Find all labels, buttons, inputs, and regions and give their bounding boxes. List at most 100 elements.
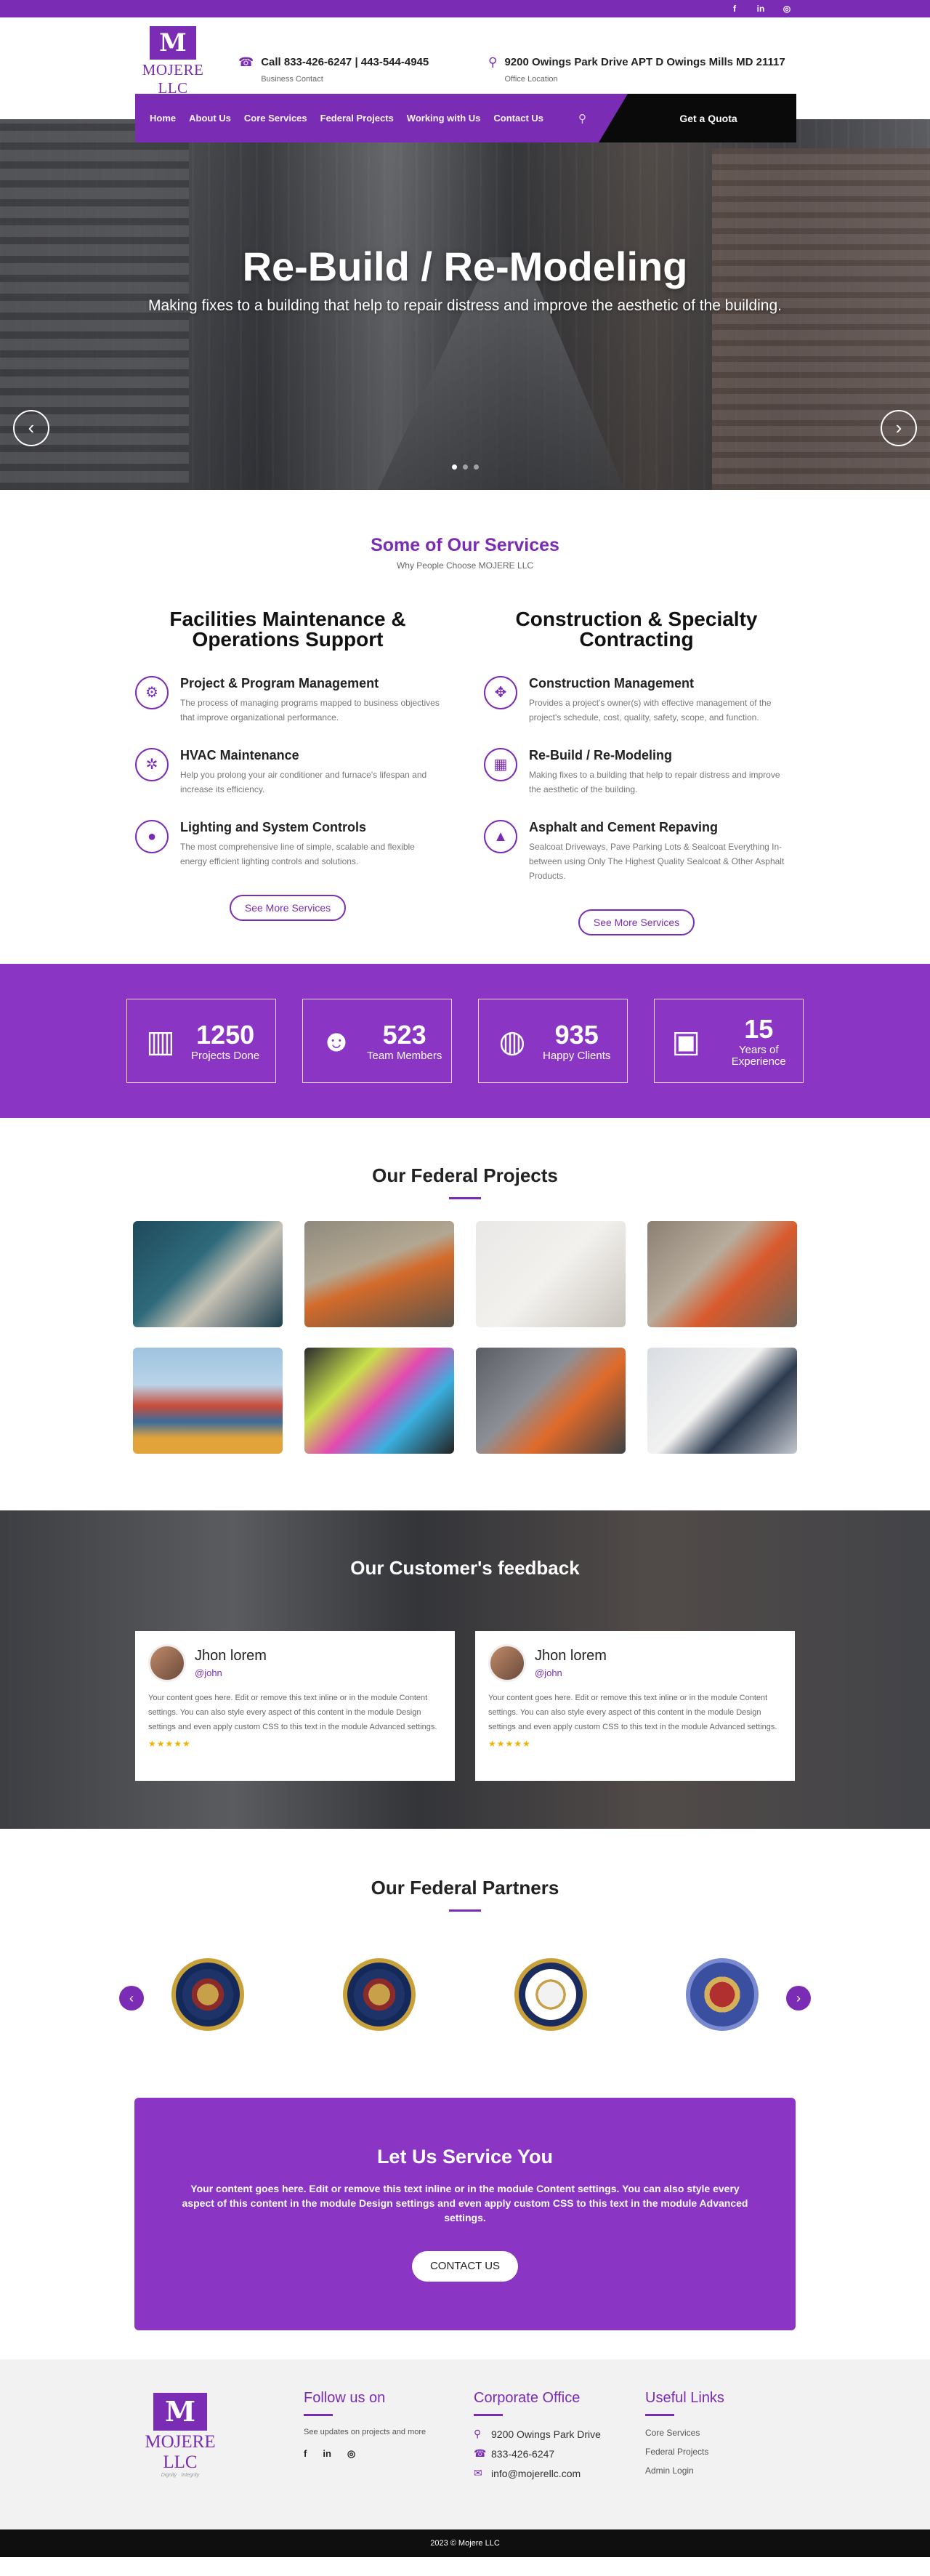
service-item: ▦ Re-Build / Re-Modeling Making fixes to …	[484, 748, 789, 797]
avatar	[148, 1644, 186, 1682]
service-item: ● Lighting and System Controls The most c…	[135, 820, 440, 869]
address-contact: ⚲ 9200 Owings Park Drive APT D Owings Mi…	[488, 56, 785, 84]
phone-icon: ☎	[474, 2447, 487, 2459]
logo-name: MOJERE LLC	[142, 61, 204, 97]
linkedin-icon[interactable]: in	[323, 2448, 331, 2460]
stat-value: 1250	[196, 1020, 255, 1050]
slider-dot[interactable]	[473, 464, 479, 470]
slider-dots	[0, 464, 930, 470]
office-address: 9200 Owings Park Drive APT D Owings Mill…	[504, 56, 785, 68]
footer-phone[interactable]: 833-426-6247	[491, 2448, 554, 2460]
nav-federal-projects[interactable]: Federal Projects	[320, 113, 394, 124]
service-text: Sealcoat Driveways, Pave Parking Lots & …	[529, 842, 785, 881]
project-image[interactable]	[304, 1348, 454, 1454]
services-subtitle: Why People Choose MOJERE LLC	[396, 560, 534, 571]
location-pin-icon: ⚲	[488, 55, 498, 69]
footer: M MOJERE LLC Dignity · Integrity Follow …	[0, 2359, 930, 2529]
project-image[interactable]	[647, 1348, 797, 1454]
project-image[interactable]	[647, 1221, 797, 1327]
slider-next-arrow-icon[interactable]: ›	[881, 410, 917, 446]
star-rating-icon: ★★★★★	[488, 1739, 531, 1749]
see-more-services-button[interactable]: See More Services	[578, 909, 695, 935]
partner-seal-icon[interactable]	[686, 1958, 759, 2031]
service-title: HVAC Maintenance	[180, 748, 299, 762]
nav-home[interactable]: Home	[150, 113, 176, 124]
road-icon: ▲	[484, 820, 517, 853]
partner-seal-icon[interactable]	[514, 1958, 587, 2031]
testimonial-handle[interactable]: @john	[535, 1667, 607, 1678]
project-image[interactable]	[476, 1221, 626, 1327]
slider-prev-arrow-icon[interactable]: ‹	[13, 410, 49, 446]
service-text: Help you prolong your air conditioner an…	[180, 770, 427, 794]
cta-title: Let Us Service You	[376, 2146, 554, 2168]
gears-icon: ⚙	[135, 676, 169, 709]
footer-follow: Follow us on See updates on projects and…	[304, 2390, 426, 2460]
footer-link-federal-projects[interactable]: Federal Projects	[645, 2447, 724, 2457]
project-image[interactable]	[476, 1348, 626, 1454]
stat-team: ☻ 523 Team Members	[302, 999, 452, 1083]
stat-label: Projects Done	[191, 1050, 260, 1062]
footer-link-admin-login[interactable]: Admin Login	[645, 2466, 724, 2476]
address-label: Office Location	[504, 75, 558, 84]
footer-address: 9200 Owings Park Drive	[491, 2428, 601, 2440]
facebook-icon[interactable]: f	[304, 2448, 307, 2460]
slider-dot[interactable]	[462, 464, 468, 470]
get-quote-button[interactable]: Get a Quota	[599, 94, 796, 142]
phone-numbers[interactable]: Call 833-426-6247 | 443-544-4945	[261, 56, 429, 68]
projects-grid	[0, 1221, 930, 1454]
stat-label: Team Members	[367, 1050, 442, 1062]
project-image[interactable]	[304, 1221, 454, 1327]
footer-follow-title: Follow us on	[304, 2390, 386, 2406]
stat-label: Years of Experience	[731, 1044, 786, 1068]
partner-seal-icon[interactable]	[343, 1958, 416, 2031]
stat-value: 15	[744, 1014, 774, 1044]
partner-seal-icon[interactable]	[171, 1958, 244, 2031]
instagram-icon[interactable]: ◎	[782, 4, 792, 14]
footer-link-core-services[interactable]: Core Services	[645, 2428, 724, 2438]
testimonial-card: Jhon lorem @john Your content goes here. …	[135, 1631, 455, 1781]
feedback-section: Our Customer's feedback Jhon lorem @john …	[0, 1510, 930, 1829]
services-column-construction: Construction & Specialty Contracting ✥ C…	[484, 609, 789, 935]
instagram-icon[interactable]: ◎	[347, 2448, 355, 2460]
cta-box: Let Us Service You Your content goes her…	[134, 2098, 796, 2330]
see-more-services-button[interactable]: See More Services	[230, 895, 346, 921]
contact-us-button[interactable]: CONTACT US	[412, 2251, 518, 2282]
site-logo[interactable]: M MOJERE LLC Dignity · Integrity	[135, 26, 211, 102]
facebook-icon[interactable]: f	[729, 4, 740, 14]
slider-dot[interactable]	[451, 464, 457, 470]
logo-name: MOJERE LLC	[145, 2432, 216, 2472]
services-column-facilities: Facilities Maintenance & Operations Supp…	[135, 609, 440, 921]
search-icon[interactable]: ⚲	[578, 112, 586, 125]
logo-mark: M	[153, 2393, 207, 2431]
services-title: Some of Our Services	[371, 535, 559, 555]
testimonial-text: Your content goes here. Edit or remove t…	[148, 1694, 437, 1731]
avatar	[488, 1644, 526, 1682]
team-icon: ☻	[320, 1023, 353, 1058]
testimonial-name: Jhon lorem	[195, 1648, 267, 1664]
helmet-icon: ✥	[484, 676, 517, 709]
services-right-heading: Construction & Specialty Contracting	[515, 608, 758, 651]
project-image[interactable]	[133, 1221, 283, 1327]
nav-core-services[interactable]: Core Services	[244, 113, 307, 124]
footer-office: Corporate Office ⚲ 9200 Owings Park Drive…	[474, 2390, 601, 2487]
stat-label: Happy Clients	[543, 1050, 611, 1062]
stat-experience: ▣ 15 Years of Experience	[654, 999, 804, 1083]
hero-road	[378, 257, 625, 490]
nav-contact-us[interactable]: Contact Us	[493, 113, 543, 124]
footer-logo[interactable]: M MOJERE LLC Dignity · Integrity	[135, 2393, 225, 2478]
nav-working-with-us[interactable]: Working with Us	[407, 113, 481, 124]
testimonial-name: Jhon lorem	[535, 1648, 607, 1664]
nav-about-us[interactable]: About Us	[189, 113, 231, 124]
testimonial-cards: Jhon lorem @john Your content goes here. …	[135, 1631, 795, 1781]
stat-value: 935	[554, 1020, 599, 1050]
footer-office-title: Corporate Office	[474, 2390, 581, 2406]
linkedin-icon[interactable]: in	[756, 4, 766, 14]
footer-email[interactable]: info@mojerellc.com	[491, 2468, 581, 2479]
stat-clients: ◍ 935 Happy Clients	[478, 999, 628, 1083]
title-underline	[449, 1909, 481, 1912]
cta-section: Let Us Service You Your content goes her…	[0, 2098, 930, 2359]
logo-tagline: Dignity · Integrity	[161, 2473, 200, 2478]
testimonial-handle[interactable]: @john	[195, 1667, 267, 1678]
main-nav: Home About Us Core Services Federal Proj…	[135, 94, 796, 142]
project-image[interactable]	[133, 1348, 283, 1454]
